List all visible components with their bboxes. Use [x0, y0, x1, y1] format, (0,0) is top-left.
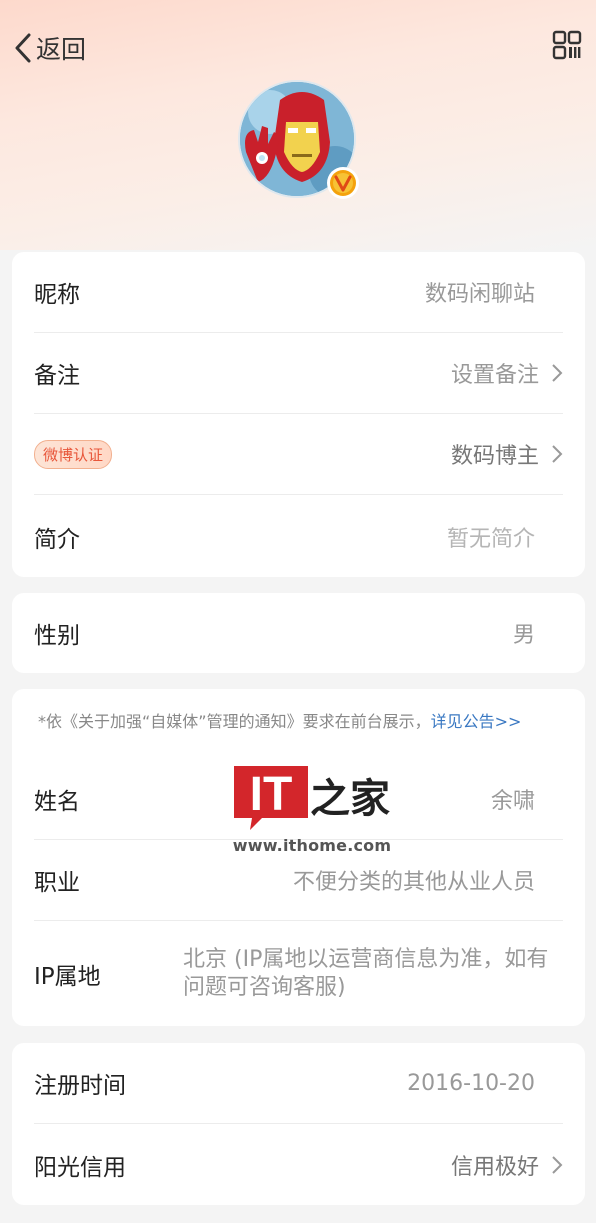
regulation-notice: *依《关于加强“自媒体”管理的通知》要求在前台展示，详见公告>>	[38, 711, 568, 733]
name-label: 姓名	[34, 789, 80, 815]
chevron-right-icon	[552, 364, 563, 382]
nickname-value: 数码闲聊站	[424, 282, 535, 307]
credit-row[interactable]: 阳光信用 信用极好	[34, 1124, 563, 1205]
ithome-logo-icon: IT 之家	[234, 766, 390, 830]
bio-row: 简介 暂无简介	[34, 496, 563, 577]
bio-value: 暂无简介	[446, 526, 535, 552]
back-button[interactable]: 返回	[12, 28, 86, 68]
chevron-left-icon	[15, 33, 31, 63]
chevron-right-icon	[552, 445, 563, 463]
job-label: 职业	[34, 870, 80, 896]
cert-value-wrap: 数码博主	[451, 438, 563, 470]
chevron-right-icon	[552, 1155, 563, 1174]
job-value: 不便分类的其他从业人员	[292, 870, 535, 895]
weibo-cert-tag: 微博认证	[34, 439, 113, 469]
remark-value-wrap: 设置备注	[451, 357, 563, 389]
gender-value: 男	[512, 623, 535, 648]
avatar[interactable]	[238, 80, 360, 202]
registration-label: 注册时间	[34, 1073, 126, 1099]
svg-text:之家: 之家	[310, 776, 390, 822]
qr-code-icon[interactable]	[552, 30, 582, 60]
navigation-bar: 返回	[0, 0, 596, 92]
registration-value: 2016-10-20	[407, 1070, 535, 1096]
nickname-label: 昵称	[34, 282, 80, 308]
certification-row[interactable]: 微博认证 数码博主	[34, 414, 563, 495]
gender-card: 性别 男	[12, 593, 585, 673]
ip-value: 北京 (IP属地以运营商信息为准，如有问题可咨询客服)	[183, 946, 549, 1000]
gender-row: 性别 男	[34, 593, 563, 673]
ip-label: IP属地	[34, 963, 101, 990]
credit-value-wrap: 信用极好	[451, 1149, 563, 1181]
remark-label: 备注	[34, 363, 80, 389]
cert-value: 数码博主	[450, 444, 539, 469]
nickname-row: 昵称 数码闲聊站	[34, 252, 563, 333]
profile-card: 昵称 数码闲聊站 备注 设置备注 微博认证 数码博主 简介 暂无简介	[12, 252, 585, 577]
credit-value: 信用极好	[450, 1154, 539, 1180]
gender-label: 性别	[34, 623, 80, 649]
bio-label: 简介	[34, 526, 80, 553]
watermark-domain: www.ithome.com	[232, 836, 392, 855]
registration-row: 注册时间 2016-10-20	[34, 1043, 563, 1124]
name-value: 余啸	[490, 789, 535, 814]
ip-row: IP属地 北京 (IP属地以运营商信息为准，如有问题可咨询客服)	[34, 921, 563, 1026]
verified-v-badge-icon	[327, 167, 359, 199]
svg-text:IT: IT	[250, 768, 293, 821]
ithome-watermark: IT 之家 www.ithome.com	[232, 762, 392, 858]
remark-row[interactable]: 备注 设置备注	[34, 333, 563, 414]
remark-value: 设置备注	[450, 363, 539, 388]
credit-label: 阳光信用	[34, 1154, 126, 1181]
notice-detail-link[interactable]: 详见公告>>	[431, 712, 522, 731]
account-card: 注册时间 2016-10-20 阳光信用 信用极好	[12, 1043, 585, 1205]
back-label: 返回	[36, 35, 87, 64]
notice-text: *依《关于加强“自媒体”管理的通知》要求在前台展示，	[38, 712, 431, 731]
